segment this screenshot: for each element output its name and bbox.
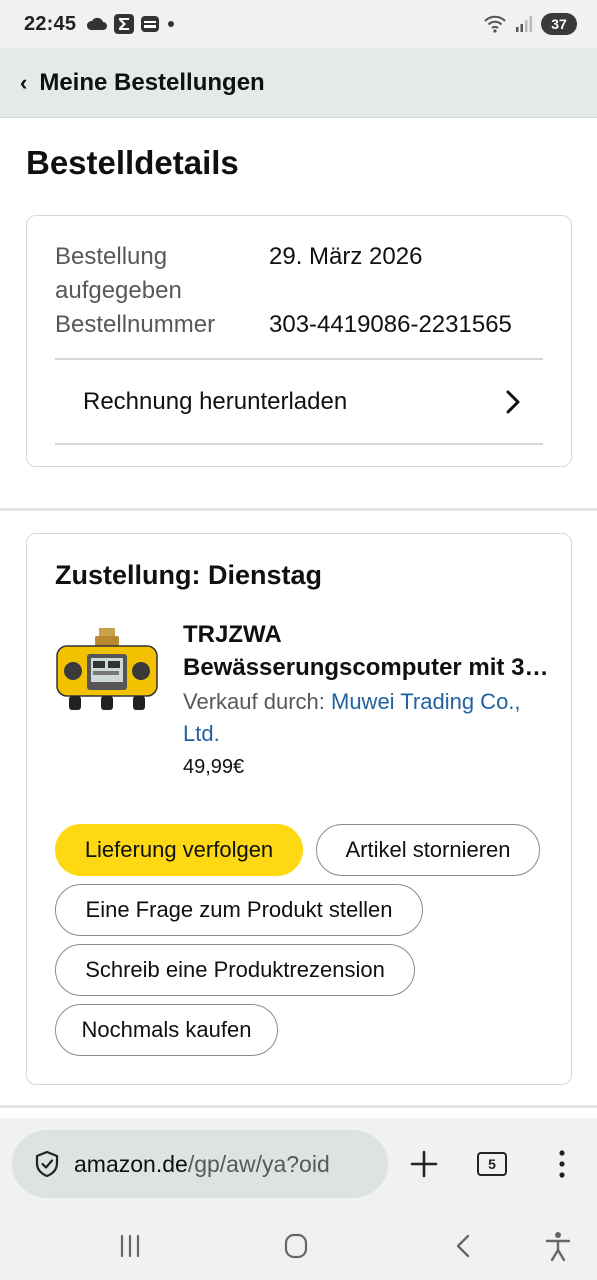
buy-again-button[interactable]: Nochmals kaufen xyxy=(55,1004,278,1056)
status-time: 22:45 xyxy=(24,12,77,35)
chevron-right-icon xyxy=(506,390,520,414)
track-package-button[interactable]: Lieferung verfolgen xyxy=(55,824,303,876)
sigma-icon xyxy=(114,14,135,34)
delivery-status: Zustellung: Dienstag xyxy=(55,560,323,590)
battery-indicator: 37 xyxy=(541,13,577,35)
ask-question-button[interactable]: Eine Frage zum Produkt stellen xyxy=(55,884,423,936)
url-path: /gp/aw/ya?oid xyxy=(187,1150,330,1177)
section-separator xyxy=(0,508,597,511)
order-number-label: Bestellnummer xyxy=(55,311,216,338)
product-title[interactable]: TRJZWA Bewässerungscomputer mit 3 Ausgän… xyxy=(183,618,553,684)
divider xyxy=(55,443,543,445)
system-nav-bar xyxy=(0,1212,597,1280)
shipment-card: Zustellung: Dienstag TRJZWA Bewässerungs… xyxy=(26,533,572,1085)
accessibility-icon[interactable] xyxy=(538,1230,578,1262)
download-invoice-row[interactable]: Rechnung herunterladen xyxy=(55,361,543,443)
url-domain: amazon.de xyxy=(74,1150,188,1177)
status-bar: 22:45 37 xyxy=(0,0,597,48)
back-chevron-icon[interactable]: ‹ xyxy=(20,70,27,96)
order-date-value: 29. März 2026 xyxy=(269,243,423,270)
order-info-card: Bestellung aufgegeben 29. März 2026 Best… xyxy=(26,215,572,467)
system-icons: 37 xyxy=(483,13,577,35)
order-date-label: Bestellung aufgegeben xyxy=(55,243,182,304)
signal-icon xyxy=(516,16,532,32)
cloud-icon xyxy=(87,17,108,30)
product-image[interactable] xyxy=(55,626,159,716)
product-brand: TRJZWA xyxy=(183,621,282,648)
product-name: Bewässerungscomputer mit 3 Ausgängen xyxy=(183,654,553,681)
product-price: 49,99€ xyxy=(183,756,245,778)
page-title: Bestelldetails xyxy=(26,144,239,181)
browser-toolbar: amazon.de/gp/aw/ya?oid 5 xyxy=(0,1118,597,1212)
recents-icon[interactable] xyxy=(110,1230,150,1262)
shield-icon[interactable] xyxy=(34,1150,60,1178)
cancel-item-button[interactable]: Artikel stornieren xyxy=(316,824,540,876)
download-invoice-label: Rechnung herunterladen xyxy=(83,388,348,415)
notification-icons xyxy=(86,14,176,34)
divider xyxy=(55,358,543,360)
wallet-icon xyxy=(141,16,160,32)
tab-switcher-button[interactable]: 5 xyxy=(477,1152,507,1176)
dot-icon xyxy=(168,21,175,27)
more-options-icon[interactable] xyxy=(550,1146,574,1182)
order-info-grid: Bestellung aufgegeben 29. März 2026 Best… xyxy=(55,240,549,342)
address-bar[interactable]: amazon.de/gp/aw/ya?oid xyxy=(12,1130,388,1198)
back-header[interactable]: ‹ Meine Bestellungen xyxy=(0,48,597,118)
new-tab-plus-icon[interactable] xyxy=(406,1144,442,1184)
header-title[interactable]: Meine Bestellungen xyxy=(39,69,264,97)
seller-prefix: Verkauf durch: xyxy=(183,689,325,714)
url-text[interactable]: amazon.de/gp/aw/ya?oid xyxy=(74,1151,330,1178)
section-separator xyxy=(0,1105,597,1108)
write-review-button[interactable]: Schreib eine Produktrezension xyxy=(55,944,415,996)
order-number-value: 303-4419086-2231565 xyxy=(269,311,512,338)
wifi-icon xyxy=(484,15,506,33)
seller-info: Verkauf durch: Muwei Trading Co., Ltd. xyxy=(183,686,553,750)
back-icon[interactable] xyxy=(443,1230,483,1262)
home-icon[interactable] xyxy=(276,1230,316,1262)
